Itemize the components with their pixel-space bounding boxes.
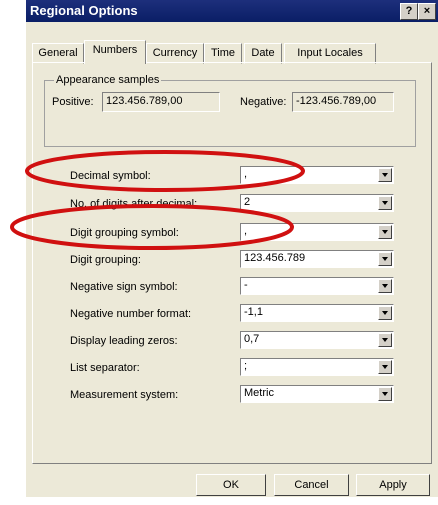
digit-grouping-symbol-combo[interactable]: ,	[240, 223, 394, 241]
measurement-system-value: Metric	[244, 387, 274, 399]
digit-grouping-value: 123.456.789	[244, 252, 306, 264]
chevron-down-icon[interactable]	[378, 196, 392, 210]
chevron-down-icon[interactable]	[378, 252, 392, 266]
chevron-down-icon[interactable]	[378, 306, 392, 320]
negative-sign-value: -	[244, 279, 248, 291]
title-bar: Regional Options ? ×	[26, 0, 438, 22]
positive-label: Positive:	[52, 96, 94, 108]
digits-after-decimal-label: No. of digits after decimal:	[70, 198, 198, 210]
cancel-button[interactable]: Cancel	[274, 474, 349, 496]
leading-zeros-value: 0,7	[244, 333, 260, 345]
positive-sample: 123.456.789,00	[102, 92, 220, 112]
leading-zeros-combo[interactable]: 0,7	[240, 331, 394, 349]
digit-grouping-symbol-label: Digit grouping symbol:	[70, 227, 179, 239]
tab-numbers[interactable]: Numbers	[84, 40, 146, 64]
tab-strip: General Numbers Currency Time Date Input…	[26, 40, 438, 64]
digit-grouping-label: Digit grouping:	[70, 254, 141, 266]
leading-zeros-label: Display leading zeros:	[70, 335, 178, 347]
chevron-down-icon[interactable]	[378, 225, 392, 239]
appearance-samples-group	[44, 80, 416, 147]
list-separator-value: ;	[244, 360, 248, 372]
decimal-symbol-label: Decimal symbol:	[70, 170, 151, 182]
chevron-down-icon[interactable]	[378, 387, 392, 401]
window-title: Regional Options	[30, 3, 138, 18]
digit-grouping-combo[interactable]: 123.456.789	[240, 250, 394, 268]
digit-grouping-symbol-value: ,	[244, 225, 248, 237]
negative-sign-label: Negative sign symbol:	[70, 281, 178, 293]
chevron-down-icon[interactable]	[378, 333, 392, 347]
negative-format-label: Negative number format:	[70, 308, 192, 320]
tab-time[interactable]: Time	[204, 43, 242, 64]
negative-format-value: -1,1	[244, 306, 263, 318]
ok-button[interactable]: OK	[196, 474, 266, 496]
appearance-samples-title: Appearance samples	[54, 74, 162, 86]
chevron-down-icon[interactable]	[378, 360, 392, 374]
tab-general[interactable]: General	[32, 43, 84, 64]
decimal-symbol-combo[interactable]: ,	[240, 166, 394, 184]
negative-sign-combo[interactable]: -	[240, 277, 394, 295]
negative-sample: -123.456.789,00	[292, 92, 394, 112]
measurement-system-label: Measurement system:	[70, 389, 179, 401]
tab-date[interactable]: Date	[244, 43, 282, 64]
decimal-symbol-value: ,	[244, 168, 248, 180]
list-separator-label: List separator:	[70, 362, 140, 374]
chevron-down-icon[interactable]	[378, 279, 392, 293]
chevron-down-icon[interactable]	[378, 168, 392, 182]
negative-label: Negative:	[240, 96, 287, 108]
measurement-system-combo[interactable]: Metric	[240, 385, 394, 403]
apply-button[interactable]: Apply	[356, 474, 430, 496]
close-button[interactable]: ×	[418, 3, 436, 20]
negative-format-combo[interactable]: -1,1	[240, 304, 394, 322]
help-button[interactable]: ?	[400, 3, 418, 20]
digits-after-decimal-value: 2	[244, 196, 251, 208]
tab-currency[interactable]: Currency	[146, 43, 204, 64]
list-separator-combo[interactable]: ;	[240, 358, 394, 376]
digits-after-decimal-combo[interactable]: 2	[240, 194, 394, 212]
tab-input-locales[interactable]: Input Locales	[284, 43, 376, 64]
